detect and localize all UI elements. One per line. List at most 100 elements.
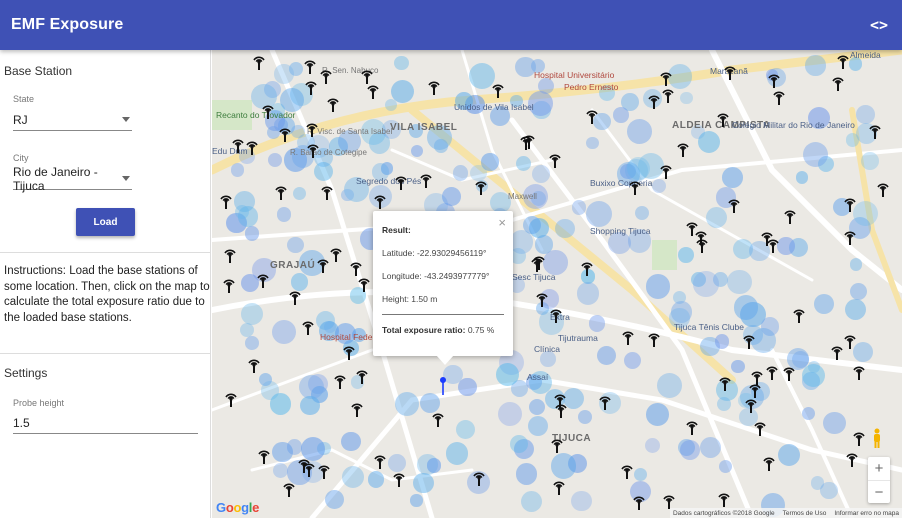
- pegman-icon[interactable]: [872, 428, 882, 448]
- base-station-icon[interactable]: [618, 462, 636, 480]
- base-station-icon[interactable]: [547, 306, 565, 324]
- zoom-in-button[interactable]: +: [868, 457, 890, 480]
- base-station-icon[interactable]: [392, 173, 410, 191]
- base-station-icon[interactable]: [533, 290, 551, 308]
- base-station-icon[interactable]: [295, 456, 313, 474]
- base-station-icon[interactable]: [355, 275, 373, 293]
- base-station-icon[interactable]: [659, 86, 677, 104]
- base-station-icon[interactable]: [229, 136, 247, 154]
- base-station-icon[interactable]: [850, 429, 868, 447]
- close-icon[interactable]: ×: [498, 215, 506, 230]
- base-station-icon[interactable]: [528, 255, 546, 273]
- base-station-icon[interactable]: [548, 436, 566, 454]
- base-station-icon[interactable]: [765, 71, 783, 89]
- base-station-icon[interactable]: [546, 151, 564, 169]
- base-station-icon[interactable]: [470, 469, 488, 487]
- base-station-icon[interactable]: [472, 178, 490, 196]
- base-station-icon[interactable]: [220, 276, 238, 294]
- zoom-out-button[interactable]: −: [868, 480, 890, 503]
- base-station-icon[interactable]: [834, 52, 852, 70]
- base-station-icon[interactable]: [348, 400, 366, 418]
- base-station-icon[interactable]: [866, 122, 884, 140]
- base-station-icon[interactable]: [583, 107, 601, 125]
- base-station-icon[interactable]: [221, 246, 239, 264]
- base-station-icon[interactable]: [318, 183, 336, 201]
- base-station-icon[interactable]: [683, 418, 701, 436]
- base-station-icon[interactable]: [255, 447, 273, 465]
- base-station-icon[interactable]: [645, 330, 663, 348]
- base-station-icon[interactable]: [340, 343, 358, 361]
- base-station-icon[interactable]: [715, 490, 733, 508]
- base-station-icon[interactable]: [829, 74, 847, 92]
- base-station-icon[interactable]: [259, 102, 277, 120]
- base-station-icon[interactable]: [371, 192, 389, 210]
- base-station-icon[interactable]: [725, 196, 743, 214]
- state-select[interactable]: RJ: [13, 109, 132, 131]
- base-station-icon[interactable]: [245, 356, 263, 374]
- terms-link[interactable]: Termos de Uso: [783, 510, 827, 517]
- base-station-icon[interactable]: [660, 492, 678, 510]
- base-station-icon[interactable]: [222, 390, 240, 408]
- base-station-icon[interactable]: [626, 178, 644, 196]
- base-station-icon[interactable]: [578, 259, 596, 277]
- base-station-icon[interactable]: [353, 367, 371, 385]
- base-station-icon[interactable]: [272, 183, 290, 201]
- base-station-icon[interactable]: [674, 140, 692, 158]
- city-select[interactable]: Rio de Janeiro - Tijuca: [13, 165, 132, 193]
- base-station-icon[interactable]: [315, 462, 333, 480]
- base-station-icon[interactable]: [657, 69, 675, 87]
- base-station-icon[interactable]: [874, 180, 892, 198]
- report-error-link[interactable]: Informar erro no mapa: [834, 510, 899, 517]
- base-station-icon[interactable]: [550, 478, 568, 496]
- base-station-icon[interactable]: [721, 63, 739, 81]
- map[interactable]: R. Sen. Nabuco Recanto do Trovador Hospi…: [212, 50, 902, 518]
- base-station-icon[interactable]: [763, 363, 781, 381]
- base-station-icon[interactable]: [619, 328, 637, 346]
- base-station-icon[interactable]: [596, 393, 614, 411]
- base-station-icon[interactable]: [841, 332, 859, 350]
- base-station-icon[interactable]: [390, 470, 408, 488]
- base-station-icon[interactable]: [551, 391, 569, 409]
- base-station-icon[interactable]: [841, 228, 859, 246]
- base-station-icon[interactable]: [657, 162, 675, 180]
- base-station-icon[interactable]: [790, 306, 808, 324]
- base-station-icon[interactable]: [746, 381, 764, 399]
- toggle-sidebar-icon[interactable]: <>: [870, 16, 888, 34]
- base-station-icon[interactable]: [630, 493, 648, 511]
- base-station-icon[interactable]: [254, 271, 272, 289]
- base-station-icon[interactable]: [692, 228, 710, 246]
- base-station-icon[interactable]: [314, 256, 332, 274]
- base-station-icon[interactable]: [841, 195, 859, 213]
- probe-height-input[interactable]: [13, 412, 198, 434]
- base-station-icon[interactable]: [276, 125, 294, 143]
- base-station-icon[interactable]: [714, 110, 732, 128]
- base-station-icon[interactable]: [425, 78, 443, 96]
- load-button[interactable]: Load: [76, 208, 135, 236]
- base-station-icon[interactable]: [299, 318, 317, 336]
- base-station-icon[interactable]: [716, 374, 734, 392]
- base-station-icon[interactable]: [303, 120, 321, 138]
- base-station-icon[interactable]: [489, 81, 507, 99]
- base-station-icon[interactable]: [331, 372, 349, 390]
- base-station-icon[interactable]: [850, 363, 868, 381]
- base-station-icon[interactable]: [358, 67, 376, 85]
- base-station-icon[interactable]: [740, 332, 758, 350]
- base-station-icon[interactable]: [324, 95, 342, 113]
- base-station-icon[interactable]: [781, 207, 799, 225]
- base-station-icon[interactable]: [760, 454, 778, 472]
- base-station-icon[interactable]: [217, 192, 235, 210]
- base-station-icon[interactable]: [770, 88, 788, 106]
- base-station-icon[interactable]: [429, 410, 447, 428]
- base-station-icon[interactable]: [317, 67, 335, 85]
- base-station-icon[interactable]: [758, 229, 776, 247]
- base-station-icon[interactable]: [304, 141, 322, 159]
- base-station-icon[interactable]: [280, 480, 298, 498]
- base-station-icon[interactable]: [517, 133, 535, 151]
- base-station-icon[interactable]: [780, 364, 798, 382]
- base-station-icon[interactable]: [843, 450, 861, 468]
- base-station-icon[interactable]: [417, 171, 435, 189]
- base-station-icon[interactable]: [371, 452, 389, 470]
- base-station-icon[interactable]: [250, 53, 268, 71]
- base-station-icon[interactable]: [286, 288, 304, 306]
- base-station-icon[interactable]: [751, 419, 769, 437]
